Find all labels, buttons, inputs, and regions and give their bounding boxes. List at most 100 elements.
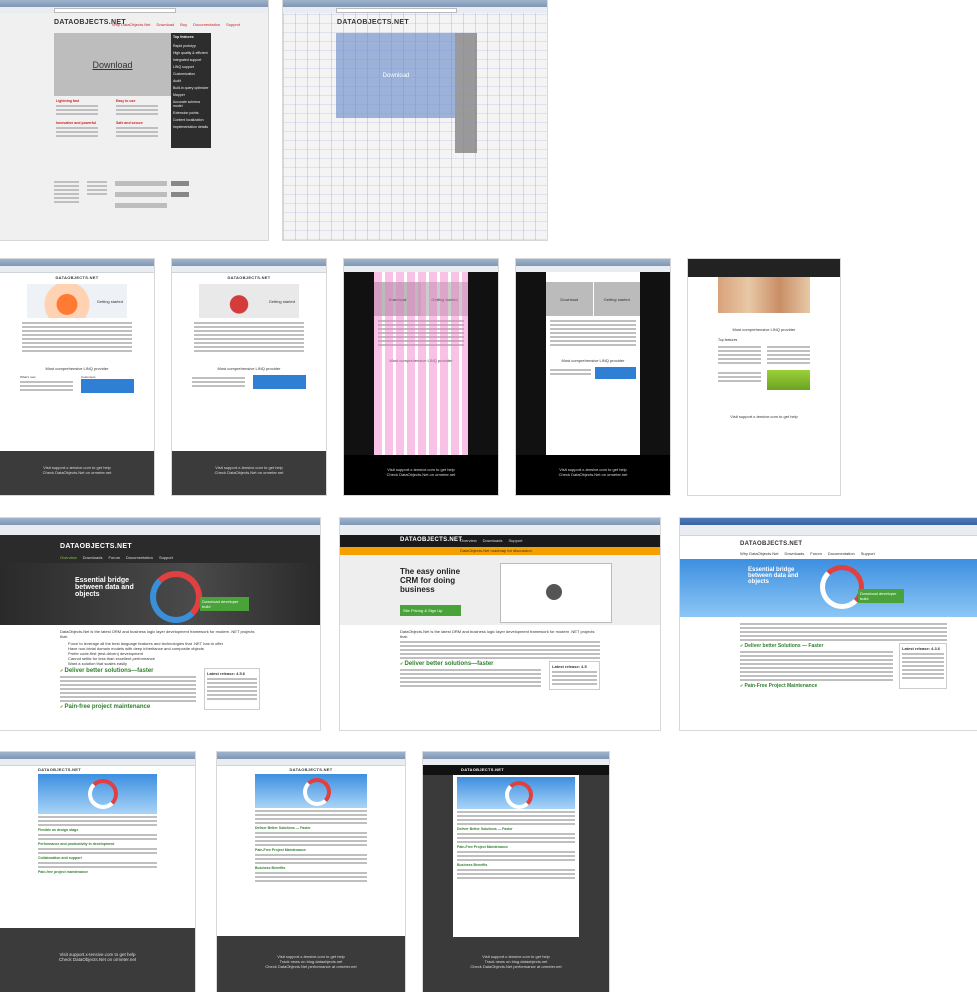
sync-arrows-icon	[150, 571, 202, 623]
footer-ormeter-link[interactable]: Check DataObjects.Net performance at orm…	[217, 964, 405, 969]
sync-arrows-icon	[88, 779, 118, 809]
footer-ormeter-link[interactable]: Check DataObjects.Net performance at orm…	[423, 964, 609, 969]
hero-banner	[255, 774, 367, 808]
sidebar-item[interactable]: LINQ support	[173, 65, 209, 69]
hero-download-box[interactable]: Download	[546, 282, 593, 316]
site-logo[interactable]: DATAOBJECTS.NET	[0, 275, 154, 280]
footer-ormeter-link[interactable]: Check DataObjects.Net on ormeter.net	[172, 470, 326, 475]
main-nav: Overview Downloads Forum Documentation Suppo…	[60, 555, 179, 560]
hero-start-label[interactable]: Getting started	[604, 297, 630, 302]
footer-ormeter-link[interactable]: Check DataObjects.Net on ormeter.net	[0, 470, 154, 475]
hero-getting-started[interactable]: Getting started	[269, 299, 295, 304]
nav-documentation[interactable]: Documentation	[193, 22, 220, 27]
nav-downloads[interactable]: Downloads	[83, 555, 103, 560]
sidebar-title: Top features	[173, 35, 194, 39]
footer-ormeter-link[interactable]: Check DataObjects.Net on ormeter.net	[0, 957, 195, 962]
download-developer-build-button[interactable]: Download developer build	[858, 589, 904, 603]
browser-titlebar	[0, 518, 320, 525]
sync-arrows-icon	[505, 781, 533, 809]
footer-ormeter-link[interactable]: Check DataObjects.Net on ormeter.net	[516, 472, 670, 477]
nav-forum[interactable]: Forum	[810, 551, 822, 556]
sidebar-item[interactable]: Extension points	[173, 111, 209, 115]
hero-banner: Essential bridge between data and object…	[680, 559, 977, 617]
site-footer: Visit support.x-tensive.com to get help …	[0, 451, 154, 495]
site-logo[interactable]: DATAOBJECTS.NET	[337, 19, 409, 26]
hero-start-box[interactable]: Getting started	[593, 282, 640, 316]
sidebar-item[interactable]: Content localization	[173, 118, 209, 122]
sidebar-item[interactable]: Built-in query optimizer	[173, 86, 209, 90]
sidebar-item[interactable]: Implementation details	[173, 125, 209, 129]
checkmark-icon: ✔	[400, 661, 404, 666]
nav-why[interactable]: Why DataObjects.Net	[740, 551, 778, 556]
sync-arrows-icon	[303, 778, 331, 806]
section-heading: Business Benefits	[457, 863, 488, 867]
nav-documentation[interactable]: Documentation	[828, 551, 855, 556]
hero-download-label[interactable]: Download	[560, 297, 578, 302]
hero-start-label[interactable]: Getting started	[431, 297, 457, 302]
site-header: DATAOBJECTS.NET Overview Downloads Support	[340, 535, 660, 547]
sidebar-item[interactable]: Accurate schema model	[173, 100, 209, 108]
hero-download-label[interactable]: Download	[92, 60, 132, 70]
nav-support[interactable]: Support	[861, 551, 875, 556]
nav-buy[interactable]: Buy	[180, 22, 187, 27]
sidebar-item[interactable]: Audit	[173, 79, 209, 83]
pricing-signup-button[interactable]: Site Pricing & Sign Up	[400, 605, 461, 616]
hero-illustration[interactable]: Getting started	[27, 284, 127, 318]
section-heading: Collaboration and support	[38, 856, 82, 860]
footer-ormeter-link[interactable]: Check DataObjects.Net on ormeter.net	[344, 472, 498, 477]
nav-documentation[interactable]: Documentation	[126, 555, 153, 560]
hero-download-box[interactable]: Download	[374, 282, 421, 316]
feature-sidebar: Top features Rapid prototyp High quality…	[171, 33, 211, 148]
nav-overview[interactable]: Overview	[460, 538, 477, 543]
hero-start-box[interactable]: Getting started	[421, 282, 468, 316]
sidebar-item[interactable]: High quality & efficient	[173, 51, 209, 55]
site-footer: Visit support.x-tensive.com to get help …	[516, 455, 670, 495]
nav-support[interactable]: Support	[226, 22, 240, 27]
nav-overview[interactable]: Overview	[60, 555, 77, 560]
sidebar-item[interactable]: Mapper	[173, 93, 209, 97]
sidebar-item[interactable]: Customization	[173, 72, 209, 76]
screenshot-5: Download Getting started Most comprehens…	[344, 259, 498, 495]
site-logo[interactable]: DATAOBJECTS.NET	[423, 765, 609, 774]
play-icon[interactable]	[546, 584, 562, 600]
hero-download-label[interactable]: Download	[389, 297, 407, 302]
site-logo[interactable]: DATAOBJECTS.NET	[400, 537, 462, 543]
sidebar-item[interactable]: Rapid prototyp	[173, 44, 209, 48]
footer-area	[54, 179, 214, 224]
site-logo[interactable]: DATAOBJECTS.NET	[60, 543, 132, 550]
nav-forum[interactable]: Forum	[108, 555, 120, 560]
footer-support-link[interactable]: Visit support.x-tensive.com to get help	[688, 414, 840, 419]
site-logo[interactable]: DATAOBJECTS.NET	[740, 541, 802, 547]
hero-getting-started[interactable]: Getting started	[97, 299, 123, 304]
nav-support[interactable]: Support	[159, 555, 173, 560]
section-heading: Pain-Free Project Maintenance	[744, 683, 818, 689]
site-logo[interactable]: DATAOBJECTS.NET	[217, 767, 405, 772]
site-logo[interactable]: DATAOBJECTS.NET	[172, 275, 326, 280]
browser-titlebar	[172, 259, 326, 266]
hero-illustration[interactable]: Getting started	[199, 284, 299, 318]
hero-grid[interactable]: Download	[336, 33, 456, 118]
nav-support[interactable]: Support	[508, 538, 522, 543]
hero-download-label[interactable]: Download	[383, 73, 410, 79]
nav-why[interactable]: Why DataObjects.Net	[112, 22, 150, 27]
section-heading: Performance and productivity in developm…	[38, 842, 115, 846]
site-footer: Visit support.x-tensive.com to get help …	[423, 942, 609, 992]
announcement-banner[interactable]: DataObjects.Net roadmap for discussion	[340, 547, 660, 555]
nav-downloads[interactable]: Downloads	[483, 538, 503, 543]
hero-banner[interactable]: Download	[54, 33, 171, 96]
checkmark-icon: ✔	[740, 683, 744, 688]
download-developer-build-button[interactable]: Download developer build	[200, 597, 249, 611]
hero-title: Essential bridge between data and object…	[75, 577, 134, 598]
intro-text: DataObjects.Net is the latest ORM and bu…	[60, 629, 255, 639]
site-header: DATAOBJECTS.NET Overview Downloads Forum Do…	[0, 535, 320, 563]
nav-downloads[interactable]: Downloads	[784, 551, 804, 556]
nav-download[interactable]: Download	[156, 22, 174, 27]
hero-banner: The easy online CRM for doing business S…	[340, 555, 660, 625]
product-screenshot	[500, 563, 612, 623]
screenshot-11: DATAOBJECTS.NET Flexible as design stage…	[0, 752, 195, 992]
section-heading: Deliver better solutions—faster	[64, 668, 154, 674]
tagline: Most comprehensive LINQ provider	[389, 358, 453, 363]
latest-release-title: Latest release: 4.5	[552, 664, 587, 669]
sidebar-item[interactable]: Integrated support	[173, 58, 209, 62]
site-logo[interactable]: DATAOBJECTS.NET	[38, 767, 157, 772]
